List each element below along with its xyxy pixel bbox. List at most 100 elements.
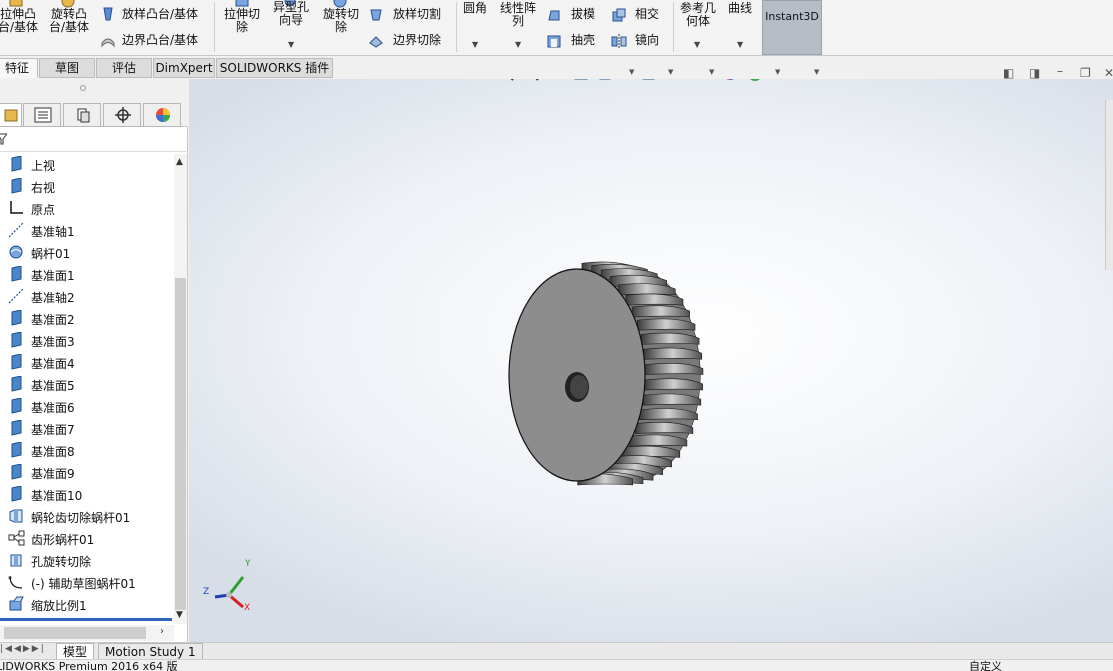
tree-horizontal-scrollbar[interactable]: ›	[0, 625, 174, 641]
tab-model[interactable]: 模型	[56, 643, 95, 660]
shell-label: 抽壳	[571, 33, 596, 47]
tree-node[interactable]: 上视	[0, 154, 172, 174]
tree-node-label: 基准轴1	[31, 225, 75, 239]
tree-node-label: 基准面7	[31, 423, 75, 437]
loft-cut-icon	[370, 9, 382, 21]
previous-view-icon[interactable]	[547, 79, 565, 82]
tree-node[interactable]: 基准面1	[0, 264, 172, 284]
tree-node[interactable]: 基准面4	[0, 352, 172, 372]
scroll-thumb[interactable]	[175, 278, 186, 610]
intersect-icon	[612, 8, 626, 22]
sketch-icon: *	[8, 574, 26, 590]
tree-node[interactable]: 齿形蜗杆01	[0, 528, 172, 548]
tree-node[interactable]: 基准面2	[0, 308, 172, 328]
tree-node[interactable]: 基准面6	[0, 396, 172, 416]
view-orientation-icon[interactable]	[597, 79, 615, 82]
edit-appearance-icon[interactable]	[721, 79, 739, 82]
tree-node[interactable]: 基准轴1	[0, 220, 172, 240]
tree-node[interactable]: 原点	[0, 198, 172, 218]
filter-icon[interactable]	[0, 133, 7, 145]
minimize-icon[interactable]: –	[1057, 64, 1063, 78]
display-manager-icon	[156, 108, 170, 122]
collapse-left-icon[interactable]: ◧	[1003, 66, 1014, 80]
tree-node-label: 孔旋转切除	[31, 555, 92, 569]
fillet-dropdown-icon[interactable]: ▼	[472, 40, 478, 49]
tab-propertymanager[interactable]	[23, 103, 61, 127]
reference-geometry-dropdown-icon[interactable]: ▼	[694, 40, 700, 49]
display-style-icon[interactable]	[640, 79, 658, 82]
tree-node[interactable]: 基准面7	[0, 418, 172, 438]
plane-icon	[8, 177, 26, 194]
close-icon[interactable]: ✕	[1104, 66, 1113, 80]
tree-node[interactable]: 基准面8	[0, 440, 172, 460]
scroll-down-icon[interactable]: ▼	[176, 610, 183, 620]
curves-label: 曲线	[728, 1, 753, 15]
scroll-right-icon[interactable]: ›	[160, 626, 164, 637]
boundary-cut-label: 边界切除	[393, 33, 442, 47]
tab-sketch[interactable]: 草图	[39, 58, 95, 78]
graphics-area[interactable]: Y X Z	[189, 79, 1113, 642]
view-settings-dropdown-icon[interactable]: ▼	[814, 68, 819, 76]
plane-icon	[8, 375, 26, 392]
display-style-dropdown-icon[interactable]: ▼	[668, 68, 673, 76]
triad-x-label: X	[244, 603, 251, 613]
solidworks-window: { "ribbon": { "extrude_boss": "拉伸凸\n台/基体…	[0, 0, 1113, 671]
tab-motion-study[interactable]: Motion Study 1	[98, 643, 203, 660]
view-orientation-dropdown-icon[interactable]: ▼	[629, 68, 634, 76]
tree-node-label: 右视	[31, 181, 56, 195]
tab-nav-arrows-icon[interactable]: |◀◀▶▶|	[0, 644, 46, 654]
revolve-cut-icon	[8, 552, 26, 568]
tab-configurationmanager[interactable]	[63, 103, 101, 127]
tree-node-label: 基准轴2	[31, 291, 75, 305]
tab-dimxpert[interactable]: DimXpert	[153, 58, 215, 78]
view-settings-icon[interactable]	[787, 79, 805, 82]
panel-grip[interactable]	[0, 79, 188, 101]
instant3d-button[interactable]: Instant3D	[762, 0, 822, 55]
tree-node[interactable]: 基准面9	[0, 462, 172, 482]
tree-node[interactable]: 基准轴2	[0, 286, 172, 306]
tree-node[interactable]: 蜗轮齿切除蜗杆01	[0, 506, 172, 526]
extrude-cut-label: 拉伸切 除	[223, 7, 260, 34]
command-tabs: 特征 草图 评估 DimXpert SOLIDWORKS 插件	[0, 57, 1113, 79]
task-pane-strip[interactable]	[1105, 100, 1113, 270]
zoom-to-fit-icon[interactable]	[497, 79, 515, 82]
tree-node[interactable]: * (-) 辅助草图蜗杆01	[0, 572, 172, 592]
tree-node[interactable]: 右视	[0, 176, 172, 196]
tree-node[interactable]: 缩放比例1	[0, 594, 172, 614]
tab-solidworks-addins[interactable]: SOLIDWORKS 插件	[216, 58, 333, 78]
hide-show-items-icon[interactable]	[681, 79, 699, 82]
tab-dimxpertmanager[interactable]	[103, 103, 141, 127]
extrude-boss-label: 拉伸凸 台/基体	[0, 7, 39, 34]
collapse-right-icon[interactable]: ◨	[1029, 66, 1040, 80]
tree-node[interactable]: 蜗杆01	[0, 242, 172, 262]
apply-scene-icon[interactable]	[746, 79, 764, 82]
feature-tree: 上视 右视 原点 基准轴1 蜗杆01 基准面1 基准轴2 基准面2 基准面3 基准面4 基准面5 基准…	[0, 154, 174, 616]
worm-gear-model[interactable]	[189, 79, 1113, 642]
linear-pattern-dropdown-icon[interactable]: ▼	[515, 40, 521, 49]
tab-displaymanager[interactable]	[143, 103, 181, 127]
hide-show-dropdown-icon[interactable]: ▼	[709, 68, 714, 76]
tree-filter-row[interactable]	[0, 128, 186, 152]
hscroll-thumb[interactable]	[4, 627, 146, 639]
scroll-up-icon[interactable]: ▲	[176, 157, 183, 167]
plane-icon	[8, 265, 26, 282]
restore-icon[interactable]: ❐	[1080, 66, 1091, 80]
loft-boss-label: 放样凸台/基体	[122, 7, 199, 21]
dimxpert-target-icon	[115, 107, 131, 123]
shell-icon	[547, 35, 561, 48]
tab-featuremanager[interactable]	[0, 103, 22, 127]
tree-node[interactable]: 基准面5	[0, 374, 172, 394]
tree-vertical-scrollbar[interactable]: ▲ ▼	[174, 154, 187, 624]
hole-wizard-dropdown-icon[interactable]: ▼	[288, 40, 294, 49]
tree-node[interactable]: 孔旋转切除	[0, 550, 172, 570]
section-view-icon[interactable]	[572, 79, 590, 82]
tab-features[interactable]: 特征	[0, 58, 38, 78]
tree-node[interactable]: 基准面10	[0, 484, 172, 504]
scene-dropdown-icon[interactable]: ▼	[775, 68, 780, 76]
tree-node[interactable]: 基准面3	[0, 330, 172, 350]
curves-dropdown-icon[interactable]: ▼	[737, 40, 743, 49]
tab-evaluate[interactable]: 评估	[96, 58, 152, 78]
zoom-area-icon[interactable]	[522, 79, 540, 82]
tree-node-label: 基准面4	[31, 357, 75, 371]
status-units[interactable]: 自定义	[969, 661, 1002, 671]
